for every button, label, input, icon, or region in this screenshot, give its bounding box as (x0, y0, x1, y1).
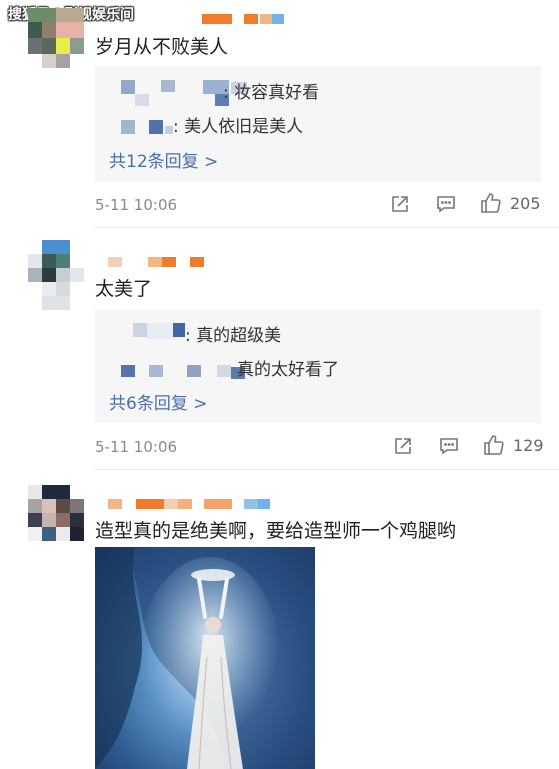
comment-text: 太美了 (95, 278, 153, 300)
divider (95, 469, 559, 470)
comment-image-content (95, 547, 315, 769)
like-count: 129 (513, 435, 544, 455)
repost-button[interactable] (393, 436, 413, 456)
like-button[interactable]: 129 (483, 434, 544, 456)
more-replies-link[interactable]: 共6条回复 > (109, 389, 207, 414)
share-icon (392, 196, 408, 212)
timestamp: 5-11 10:06 (95, 196, 178, 214)
repost-button[interactable] (390, 194, 410, 214)
reply-2: 真的太好看了 (237, 360, 339, 380)
timestamp: 5-11 10:06 (95, 438, 178, 456)
avatar[interactable] (28, 8, 84, 68)
comment-button[interactable] (436, 194, 456, 214)
reply-1: : 妆容真好看 (223, 83, 320, 103)
like-button[interactable]: 205 (480, 192, 541, 214)
like-icon (481, 193, 501, 213)
reply-box[interactable]: : 妆容真好看 : 美人依旧是美人 共12条回复 > (95, 66, 541, 182)
share-icon (395, 438, 411, 454)
like-count: 205 (510, 193, 541, 213)
reply-box[interactable]: : 真的超级美 真的太好看了 共6条回复 > (95, 309, 541, 423)
avatar[interactable] (28, 240, 84, 310)
comment-image[interactable] (95, 547, 315, 769)
reply-2: : 美人依旧是美人 (173, 117, 304, 137)
divider (95, 227, 559, 228)
avatar[interactable] (28, 485, 84, 541)
comment-text: 造型真的是绝美啊，要给造型师一个鸡腿哟 (95, 520, 457, 542)
more-replies-link[interactable]: 共12条回复 > (109, 147, 218, 172)
comment-icon (437, 196, 455, 213)
comment-button[interactable] (439, 436, 459, 456)
reply-1: : 真的超级美 (185, 326, 282, 346)
like-icon (484, 435, 504, 455)
comment-icon (440, 438, 458, 455)
comment-text: 岁月从不败美人 (95, 36, 229, 58)
